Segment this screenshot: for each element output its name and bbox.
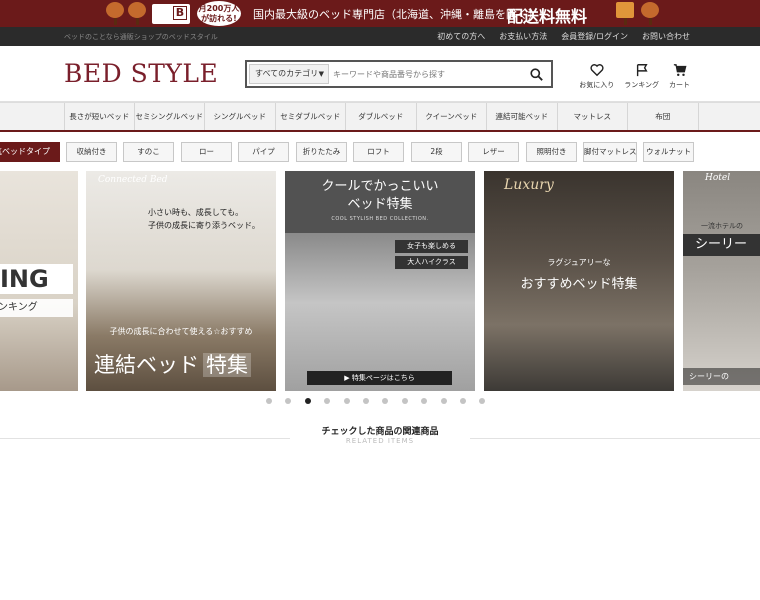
- promo-banner[interactable]: B 月200万人 が訪れる! 国内最大級のベッド専門店（北海道、沖縄・離島を除く…: [0, 0, 760, 27]
- nav-item-double[interactable]: ダブルベッド: [346, 103, 417, 130]
- cart-button[interactable]: カート: [669, 63, 690, 90]
- tag-loft[interactable]: ロフト: [353, 142, 404, 162]
- nav-item-semi-single[interactable]: セミシングルベッド: [135, 103, 205, 130]
- cart-icon: [673, 64, 686, 77]
- category-select[interactable]: すべてのカテゴリ ▼: [249, 64, 329, 84]
- search-bar: すべてのカテゴリ ▼: [245, 60, 553, 88]
- category-nav: 長さが短いベッド セミシングルベッド シングルベッド セミダブルベッド ダブルベ…: [0, 102, 760, 132]
- ranking-button[interactable]: ランキング: [624, 63, 659, 90]
- heart-icon: [590, 64, 604, 77]
- tree-icon: [640, 2, 660, 25]
- nav-item-semi-double[interactable]: セミダブルベッド: [276, 103, 346, 130]
- nav-item-queen[interactable]: クイーンベッド: [417, 103, 487, 130]
- carousel-slide-luxury-bed[interactable]: Luxury ラグジュアリーな おすすめベッド特集: [484, 171, 674, 391]
- site-header: BED STYLE すべてのカテゴリ ▼ お気に入り ランキング カート: [0, 46, 760, 102]
- search-icon: [529, 67, 543, 81]
- tag-leather[interactable]: レザー: [468, 142, 519, 162]
- carousel-slide-ranking[interactable]: ING ンキング: [0, 171, 78, 391]
- visitors-bubble: 月200万人 が訪れる!: [197, 1, 241, 26]
- carousel-dot[interactable]: [285, 398, 292, 404]
- carousel-dot[interactable]: [479, 398, 486, 404]
- related-subtitle: RELATED ITEMS: [345, 437, 415, 445]
- nav-item-mattress[interactable]: マットレス: [558, 103, 628, 130]
- search-button[interactable]: [524, 64, 548, 84]
- carousel-dot[interactable]: [440, 398, 447, 404]
- promo-main-text: 国内最大級のベッド専門店（北海道、沖縄・離島を除く）: [253, 8, 539, 21]
- favorites-button[interactable]: お気に入り: [579, 63, 614, 90]
- chevron-down-icon: ▼: [318, 70, 324, 78]
- tag-folding[interactable]: 折りたたみ: [296, 142, 347, 162]
- flag-icon: [636, 64, 648, 77]
- tree-icon: [127, 2, 147, 25]
- tag-slatted[interactable]: すのこ: [123, 142, 174, 162]
- carousel-pagination: [266, 398, 486, 404]
- bed-type-label: 人気ベッドタイプ: [0, 142, 60, 162]
- carousel-dot[interactable]: [324, 398, 331, 404]
- carousel-slide-connected-bed[interactable]: Connected Bed 小さい時も、成長しても。 子供の成長に寄り添うベッド…: [86, 171, 276, 391]
- truck-icon: B: [152, 4, 190, 24]
- carousel-dot[interactable]: [304, 398, 311, 404]
- carousel-dot[interactable]: [362, 398, 369, 404]
- tag-low[interactable]: ロー: [181, 142, 232, 162]
- utility-bar: ベッドのことなら通販ショップのベッドスタイル 初めての方へ お支払い方法 会員登…: [0, 27, 760, 46]
- carousel-dot[interactable]: [459, 398, 466, 404]
- related-title: チェックした商品の関連商品: [321, 427, 439, 437]
- nav-item-short-bed[interactable]: 長さが短いベッド: [64, 103, 135, 130]
- tag-legged-mattress[interactable]: 脚付マットレス: [583, 142, 637, 162]
- link-login[interactable]: 会員登録/ログイン: [561, 31, 628, 42]
- free-shipping-text: 配送料無料: [507, 7, 588, 26]
- tag-storage[interactable]: 収納付き: [66, 142, 117, 162]
- tree-icon: [105, 2, 125, 25]
- search-input[interactable]: [333, 64, 518, 84]
- house-icon: [615, 2, 635, 25]
- feature-page-link[interactable]: ▶ 特集ページはこちら: [307, 371, 452, 385]
- tag-bunk[interactable]: 2段: [411, 142, 462, 162]
- carousel-dot[interactable]: [266, 398, 272, 404]
- link-payment[interactable]: お支払い方法: [499, 31, 547, 42]
- site-tagline: ベッドのことなら通販ショップのベッドスタイル: [64, 33, 218, 41]
- carousel-slide-cool-bed[interactable]: クールでかっこいい ベッド特集 COOL STYLISH BED COLLECT…: [285, 171, 475, 391]
- link-first-time[interactable]: 初めての方へ: [437, 31, 485, 42]
- link-contact[interactable]: お問い合わせ: [642, 31, 690, 42]
- site-logo[interactable]: BED STYLE: [64, 59, 218, 88]
- carousel-slide-sealy[interactable]: Hotel 一流ホテルの シーリー シーリーの: [683, 171, 760, 391]
- bed-type-tags: 人気ベッドタイプ 収納付き すのこ ロー パイプ 折りたたみ ロフト 2段 レザ…: [0, 140, 760, 164]
- carousel-dot[interactable]: [382, 398, 389, 404]
- tag-lighting[interactable]: 照明付き: [526, 142, 577, 162]
- tag-walnut[interactable]: ウォルナット: [643, 142, 694, 162]
- tag-pipe[interactable]: パイプ: [238, 142, 289, 162]
- carousel-dot[interactable]: [421, 398, 428, 404]
- carousel-dot[interactable]: [401, 398, 408, 404]
- feature-carousel: ING ンキング Connected Bed 小さい時も、成長しても。 子供の成…: [0, 171, 760, 391]
- related-items-heading: チェックした商品の関連商品 RELATED ITEMS: [0, 424, 760, 454]
- carousel-dot[interactable]: [343, 398, 350, 404]
- nav-item-futon[interactable]: 布団: [628, 103, 699, 130]
- nav-item-single[interactable]: シングルベッド: [205, 103, 276, 130]
- nav-item-connectable[interactable]: 連結可能ベッド: [487, 103, 558, 130]
